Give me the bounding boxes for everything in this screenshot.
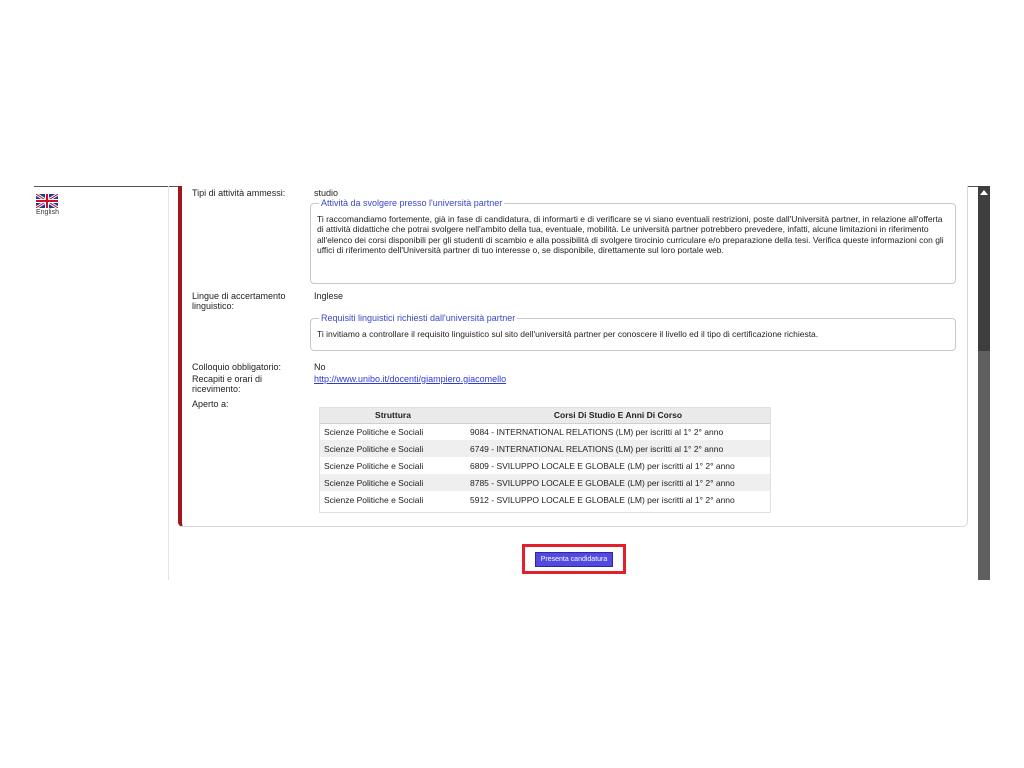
column-header-corsi: Corsi Di Studio E Anni Di Corso: [466, 408, 770, 424]
activity-note-text: Ti raccomandiamo fortemente, già in fase…: [317, 214, 944, 255]
courses-table: Struttura Corsi Di Studio E Anni Di Cors…: [320, 408, 770, 508]
cell-struttura: Scienze Politiche e Sociali: [320, 491, 466, 508]
contacts-link[interactable]: http://www.unibo.it/docenti/giampiero.gi…: [314, 374, 506, 384]
submit-application-button[interactable]: Presenta candidatura: [534, 551, 614, 567]
language-check-label: Lingue di accertamento linguistico:: [192, 291, 286, 311]
language-switch-label[interactable]: English: [36, 209, 59, 216]
scrollbar-thumb[interactable]: [978, 186, 990, 351]
table-row: Scienze Politiche e Sociali 8785 - SVILU…: [320, 474, 770, 491]
courses-table-header: Struttura Corsi Di Studio E Anni Di Cors…: [320, 408, 770, 424]
activity-types-value: studio: [314, 188, 339, 198]
submit-highlight: Presenta candidatura: [522, 544, 626, 574]
cell-corso: 5912 - SVILUPPO LOCALE E GLOBALE (LM) pe…: [466, 491, 770, 508]
table-row: Scienze Politiche e Sociali 6809 - SVILU…: [320, 457, 770, 474]
activity-note-box: Attività da svolgere presso l'università…: [310, 198, 956, 284]
language-note-box: Requisiti linguistici richiesti dall'uni…: [310, 313, 956, 351]
cell-corso: 6749 - INTERNATIONAL RELATIONS (LM) per …: [466, 440, 770, 457]
cell-corso: 6809 - SVILUPPO LOCALE E GLOBALE (LM) pe…: [466, 457, 770, 474]
language-note-text: Ti invitiamo a controllare il requisito …: [317, 329, 819, 339]
cell-struttura: Scienze Politiche e Sociali: [320, 423, 466, 440]
cell-struttura: Scienze Politiche e Sociali: [320, 474, 466, 491]
table-row: Scienze Politiche e Sociali 5912 - SVILU…: [320, 491, 770, 508]
contacts-label: Recapiti e orari di ricevimento:: [192, 374, 263, 394]
call-details-panel: Tipi di attività ammessi: studio Attivit…: [178, 186, 968, 527]
interview-label: Colloquio obbligatorio:: [192, 362, 282, 372]
activity-types-label: Tipi di attività ammessi:: [192, 188, 286, 198]
scroll-up-arrow-icon[interactable]: [980, 190, 988, 195]
page-viewport: English Tipi di attività ammessi: studio…: [0, 186, 990, 580]
open-to-label: Aperto a:: [192, 399, 229, 409]
cell-struttura: Scienze Politiche e Sociali: [320, 440, 466, 457]
vertical-scrollbar[interactable]: [978, 186, 990, 580]
table-row: Scienze Politiche e Sociali 6749 - INTER…: [320, 440, 770, 457]
language-check-value: Inglese: [314, 291, 344, 301]
cell-corso: 8785 - SVILUPPO LOCALE E GLOBALE (LM) pe…: [466, 474, 770, 491]
language-note-legend: Requisiti linguistici richiesti dall'uni…: [321, 313, 516, 323]
uk-flag-icon[interactable]: [36, 194, 58, 208]
cell-corso: 9084 - INTERNATIONAL RELATIONS (LM) per …: [466, 423, 770, 440]
cell-struttura: Scienze Politiche e Sociali: [320, 457, 466, 474]
table-row: Scienze Politiche e Sociali 9084 - INTER…: [320, 423, 770, 440]
column-header-struttura: Struttura: [320, 408, 466, 424]
interview-value: No: [314, 362, 326, 372]
activity-note-legend: Attività da svolgere presso l'università…: [321, 198, 503, 208]
sidebar-divider: [168, 186, 169, 580]
